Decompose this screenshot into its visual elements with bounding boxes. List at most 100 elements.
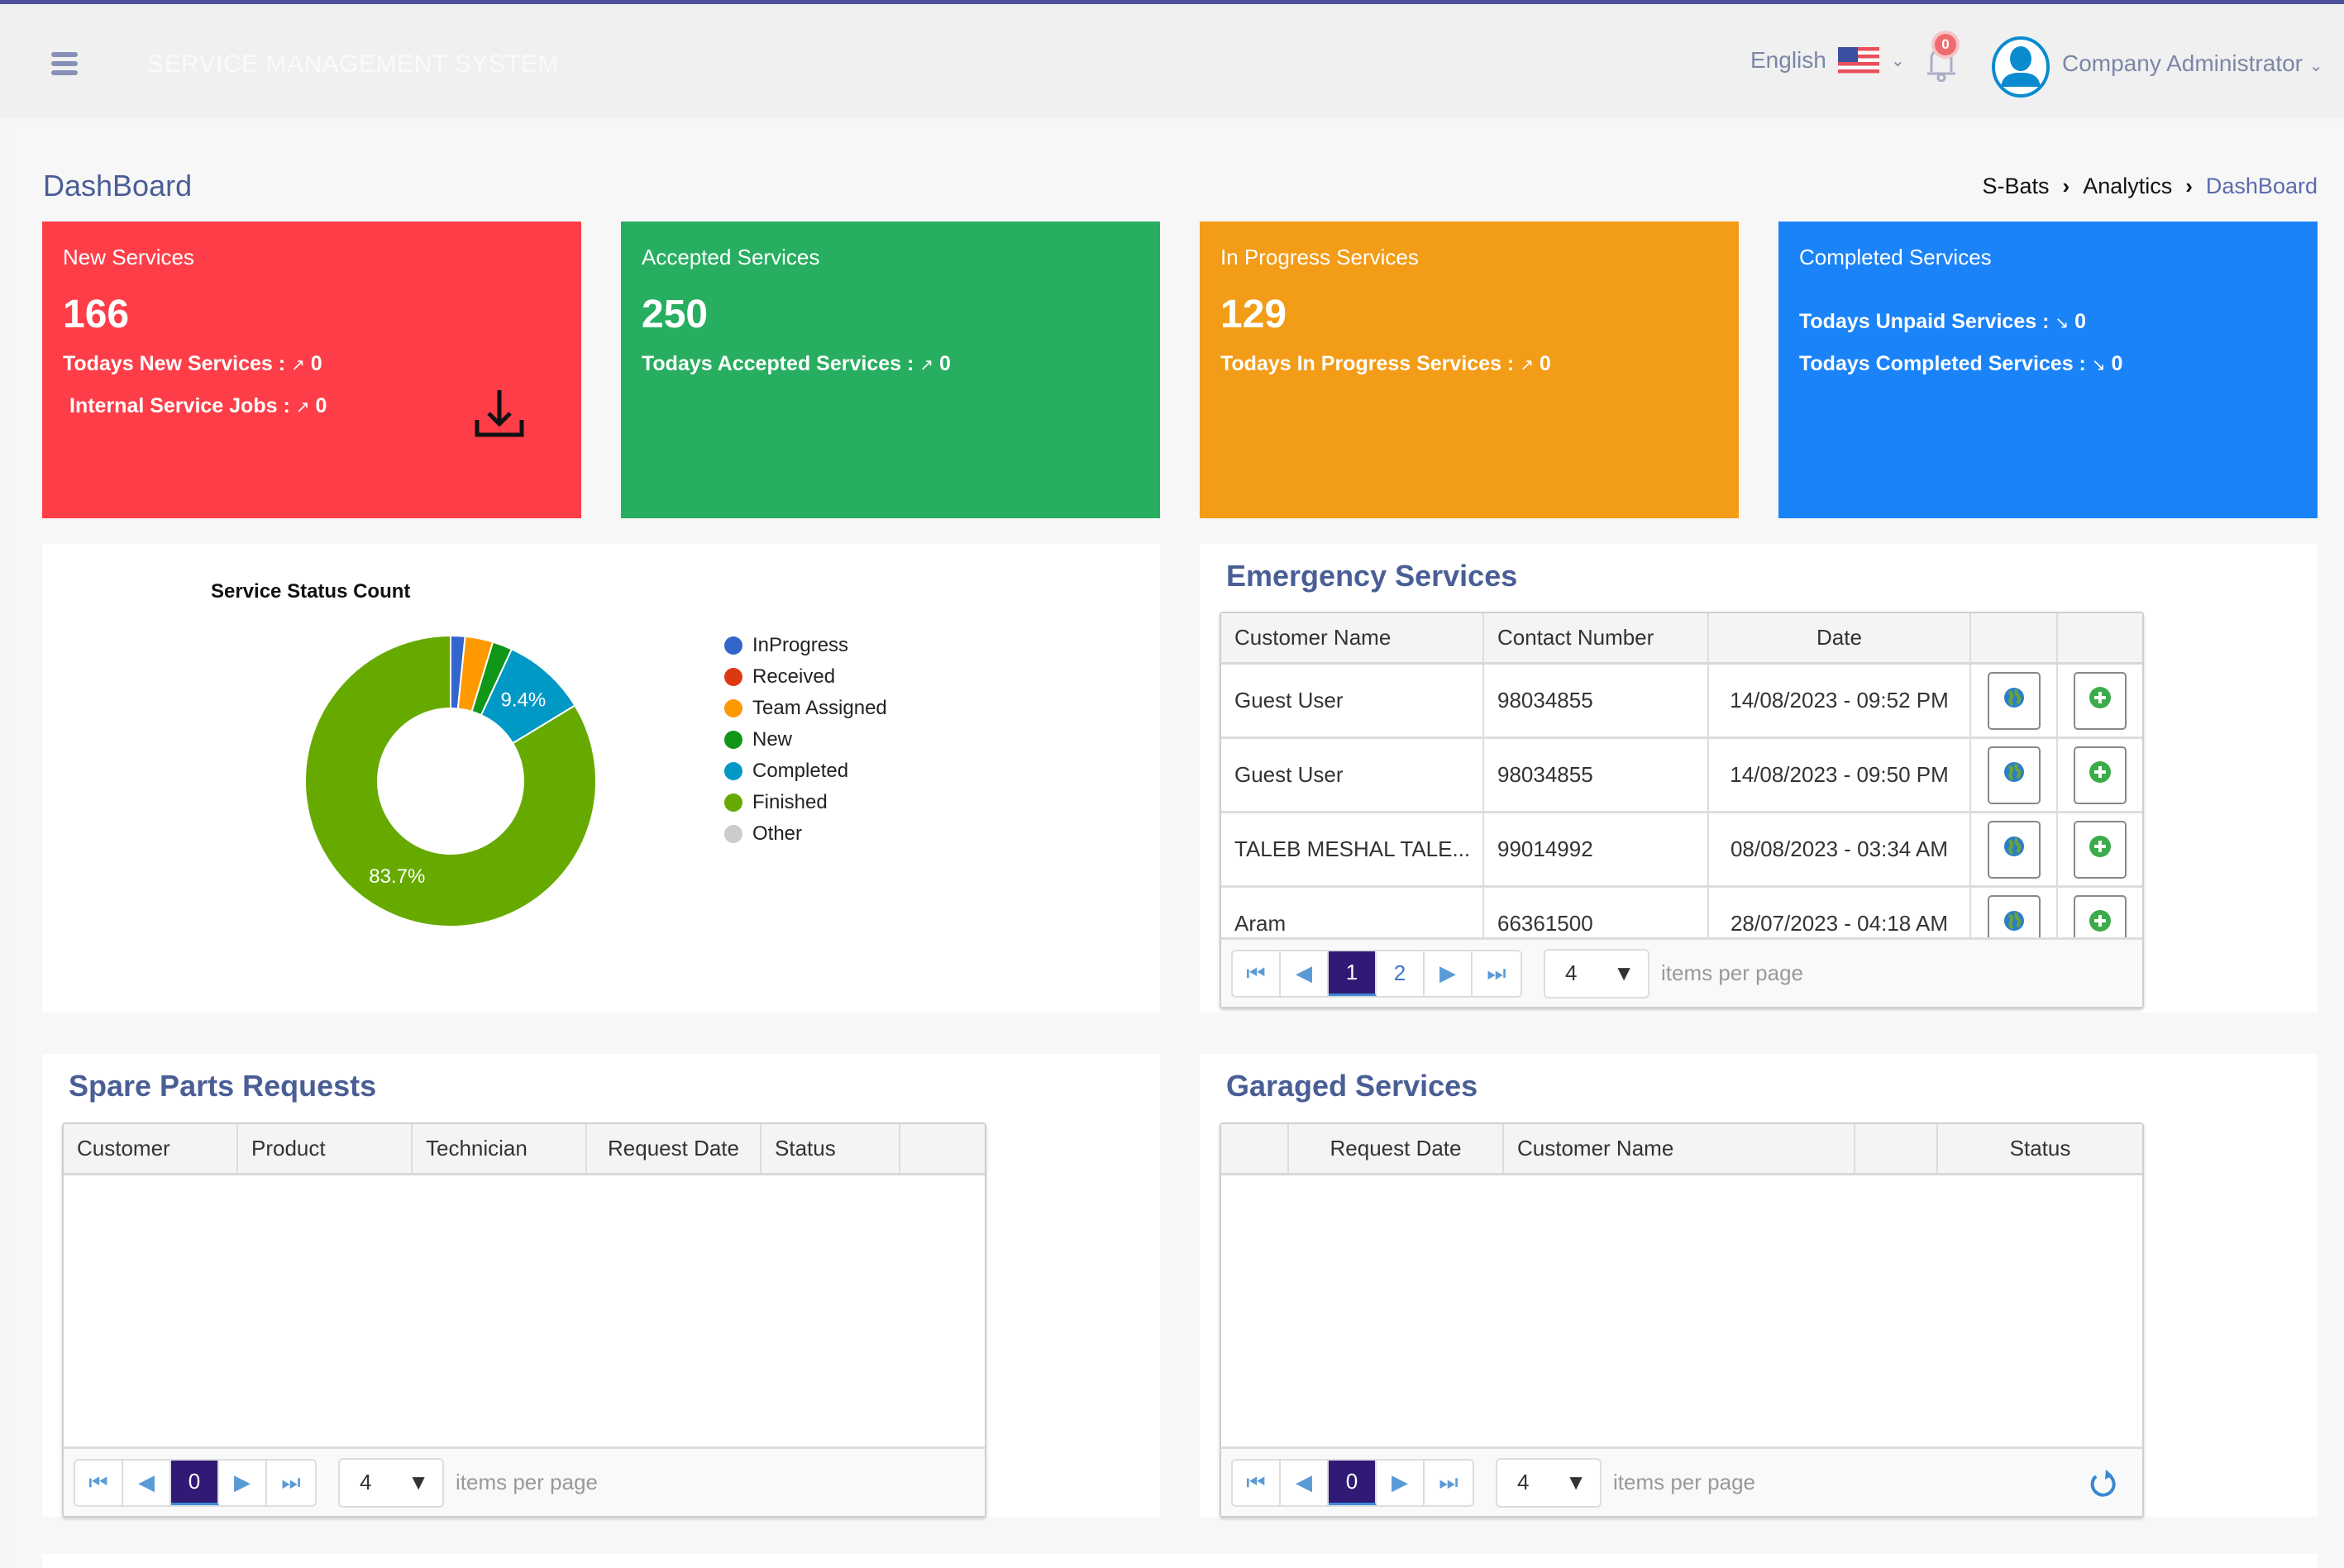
pagination-bar: ⏮ ◀ 0 ▶ ⏭ 4 ▼ items per page [1221,1446,2142,1516]
card-line-label: Todays Completed Services : [1799,352,2086,375]
add-button[interactable] [2074,894,2127,937]
first-page-button[interactable]: ⏮ [75,1460,123,1505]
hamburger-icon[interactable] [51,52,78,75]
table-row[interactable]: Aram 66361500 28/07/2023 - 04:18 AM [1221,888,2142,937]
card-title: In Progress Services [1220,245,1419,269]
legend-label: Team Assigned [752,697,887,719]
items-per-page-label: items per page [1661,960,1803,985]
top-header: SERVICE MANAGEMENT SYSTEM English ⌄ 0 Co… [0,4,2344,118]
legend-item[interactable]: New [724,724,887,755]
spare-parts-table: Customer Product Technician Request Date… [62,1122,986,1518]
column-header[interactable]: Request Date [587,1124,761,1173]
card-line: Todays Unpaid Services : ↘ 0 [1799,310,2297,334]
column-header [1855,1124,1938,1173]
add-button[interactable] [2074,820,2127,879]
column-header[interactable]: Customer Name [1504,1124,1855,1173]
legend-swatch [724,794,742,812]
page-button[interactable]: 1 [1329,951,1377,996]
legend-item[interactable]: Completed [724,755,887,787]
next-page-button[interactable]: ▶ [1377,1460,1425,1505]
table-row[interactable]: TALEB MESHAL TALE... 99014992 08/08/2023 -… [1221,813,2142,888]
legend-item[interactable]: Team Assigned [724,693,887,724]
chart-legend: InProgress Received Team Assigned New Comple… [724,630,887,850]
column-header[interactable]: Product [238,1124,413,1173]
next-page-button[interactable]: ▶ [219,1460,267,1505]
column-header [2058,613,2142,662]
prev-page-button[interactable]: ◀ [1281,1460,1329,1505]
card-line-value: 0 [2074,310,2086,333]
add-button[interactable] [2074,671,2127,730]
legend-swatch [724,731,742,749]
page-button[interactable]: 0 [1329,1460,1377,1505]
location-button[interactable] [1987,894,2041,937]
first-page-button[interactable]: ⏮ [1233,951,1281,996]
legend-item[interactable]: Other [724,818,887,850]
breadcrumb-item[interactable]: S-Bats [1982,174,2049,199]
table-row[interactable]: Guest User 98034855 14/08/2023 - 09:50 PM [1221,739,2142,813]
last-page-button[interactable]: ⏭ [1473,951,1520,996]
breadcrumb-item[interactable]: Analytics [2083,174,2172,199]
garaged-table: Request Date Customer Name Status ⏮ ◀ 0 … [1220,1122,2144,1518]
trend-down-icon: ↘ [2055,314,2069,332]
card-completed-services[interactable]: Completed Services Todays Unpaid Service… [1778,222,2318,518]
last-page-button[interactable]: ⏭ [1425,1461,1473,1505]
cell-action [1971,813,2058,885]
pagination: ⏮ ◀ 0 ▶ ⏭ [74,1458,317,1507]
column-header[interactable]: Customer Name [1221,613,1484,662]
page-size-select[interactable]: 4 ▼ [1544,948,1649,998]
legend-item[interactable]: Finished [724,787,887,818]
cell-customer-name: Aram [1221,888,1484,937]
card-line-label: Todays New Services : [63,352,286,375]
column-header[interactable]: Contact Number [1484,613,1709,662]
refresh-icon[interactable] [2088,1467,2117,1500]
chevron-down-icon: ⌄ [2308,57,2323,75]
cell-contact-number: 66361500 [1484,888,1709,937]
pagination: ⏮ ◀ 0 ▶ ⏭ [1231,1458,1474,1507]
emergency-table: Customer Name Contact Number Date Guest … [1220,612,2144,1008]
add-button[interactable] [2074,746,2127,804]
last-page-button[interactable]: ⏭ [267,1461,315,1505]
first-page-button[interactable]: ⏮ [1233,1460,1281,1505]
language-selector[interactable]: English ⌄ [1750,47,1905,74]
legend-item[interactable]: InProgress [724,630,887,661]
table-header: Customer Name Contact Number Date [1221,613,2142,665]
download-icon[interactable] [472,387,527,441]
page-button[interactable]: 0 [171,1460,219,1505]
legend-swatch [724,668,742,686]
table-row[interactable]: Guest User 98034855 14/08/2023 - 09:52 PM [1221,665,2142,739]
trend-up-icon: ↗ [1520,356,1534,374]
location-button[interactable] [1987,746,2041,804]
cell-action [1971,739,2058,811]
column-header[interactable]: Customer [64,1124,238,1173]
next-page-button[interactable]: ▶ [1425,951,1473,996]
pagination: ⏮ ◀ 1 2 ▶ ⏭ [1231,949,1522,998]
us-flag-icon [1837,47,1879,74]
chevron-right-icon: › [2062,174,2070,198]
page-size-select[interactable]: 4 ▼ [338,1457,444,1508]
column-header[interactable]: Status [1938,1124,2142,1173]
cell-contact-number: 98034855 [1484,665,1709,736]
cell-action [2058,739,2142,811]
card-in-progress-services[interactable]: In Progress Services 129 Todays In Progr… [1200,222,1739,518]
card-accepted-services[interactable]: Accepted Services 250 Todays Accepted Se… [621,222,1160,518]
cell-action [2058,665,2142,736]
prev-page-button[interactable]: ◀ [123,1460,171,1505]
column-header[interactable]: Request Date [1289,1124,1504,1173]
user-menu[interactable]: Company Administrator ⌄ [2062,50,2323,77]
legend-item[interactable]: Received [724,661,887,693]
location-button[interactable] [1987,671,2041,730]
location-button[interactable] [1987,820,2041,879]
user-avatar-icon[interactable] [1991,36,2050,98]
column-header[interactable]: Technician [413,1124,587,1173]
cell-date: 14/08/2023 - 09:52 PM [1709,665,1971,736]
card-line: Todays Completed Services : ↘ 0 [1799,352,2297,376]
column-header[interactable]: Status [761,1124,900,1173]
column-header[interactable]: Date [1709,613,1971,662]
language-label: English [1750,47,1826,73]
card-new-services[interactable]: New Services 166 Todays New Services : ↗… [42,222,581,518]
trend-up-icon: ↗ [919,356,934,374]
prev-page-button[interactable]: ◀ [1281,951,1329,996]
page-button[interactable]: 2 [1377,951,1425,996]
page-size-value: 4 [1517,1470,1530,1494]
page-size-select[interactable]: 4 ▼ [1496,1457,1602,1508]
